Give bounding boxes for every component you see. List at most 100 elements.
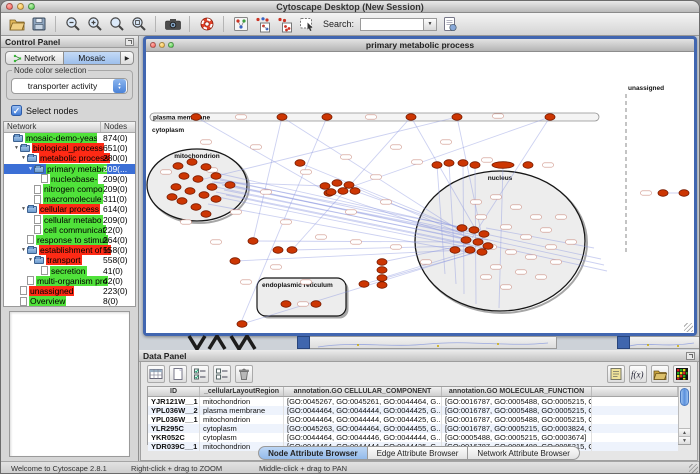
- network-node[interactable]: [193, 176, 203, 183]
- network-node[interactable]: [320, 183, 330, 190]
- network-view-window[interactable]: primary metabolic process plasma membran…: [143, 36, 697, 336]
- network-node[interactable]: [458, 160, 468, 167]
- select-attributes-icon[interactable]: [191, 365, 209, 383]
- network-node[interactable]: [277, 114, 287, 121]
- tree-row[interactable]: response to stimulu264(0): [4, 235, 135, 245]
- apply-layout-alt-icon[interactable]: [275, 15, 294, 34]
- tab-network[interactable]: Network: [5, 51, 64, 65]
- background-window-fragment[interactable]: [297, 336, 557, 349]
- search-input[interactable]: [360, 18, 424, 31]
- network-node[interactable]: [173, 163, 183, 170]
- network-node[interactable]: [167, 194, 177, 201]
- network-node[interactable]: [322, 114, 332, 121]
- tree-row[interactable]: mosaic-demo-yeast874(0): [4, 133, 135, 143]
- heatmap-icon[interactable]: [673, 365, 691, 383]
- network-node[interactable]: [281, 301, 291, 308]
- unselect-attributes-icon[interactable]: [213, 365, 231, 383]
- tree-row[interactable]: cellular metabo209(0): [4, 215, 135, 225]
- new-attribute-icon[interactable]: [169, 365, 187, 383]
- network-node[interactable]: [225, 182, 235, 189]
- table-row[interactable]: YPL036W__2plasma membrane[GO:0044464, GO…: [148, 406, 678, 415]
- network-node[interactable]: [523, 162, 533, 169]
- tree-column-network[interactable]: Network: [4, 122, 101, 132]
- network-node[interactable]: [377, 259, 387, 266]
- column-go-cellular-component[interactable]: annotation.GO CELLULAR_COMPONENT: [284, 387, 442, 396]
- network-node[interactable]: [287, 247, 297, 254]
- column-cellular-layout-region[interactable]: _cellularLayoutRegion: [200, 387, 284, 396]
- expander-icon[interactable]: ▼: [27, 166, 34, 172]
- network-node[interactable]: [679, 190, 689, 197]
- network-node[interactable]: [377, 282, 387, 289]
- delete-attribute-icon[interactable]: [235, 365, 253, 383]
- tree-column-nodes[interactable]: Nodes: [101, 122, 135, 132]
- expander-icon[interactable]: ▼: [13, 145, 20, 151]
- network-node[interactable]: [199, 192, 209, 199]
- network-node[interactable]: [406, 114, 416, 121]
- float-panel-icon[interactable]: [125, 38, 134, 46]
- float-panel-icon[interactable]: [686, 352, 695, 360]
- network-node[interactable]: [207, 184, 217, 191]
- network-node[interactable]: [344, 182, 354, 189]
- zoom-out-icon[interactable]: [63, 15, 82, 34]
- expander-icon[interactable]: ▼: [20, 247, 27, 253]
- network-node[interactable]: [211, 196, 221, 203]
- network-node[interactable]: [469, 227, 479, 234]
- column-id[interactable]: ID: [148, 387, 200, 396]
- network-node[interactable]: [185, 188, 195, 195]
- expander-icon[interactable]: ▼: [20, 206, 27, 212]
- tree-row[interactable]: secretion41(0): [4, 265, 135, 275]
- network-node[interactable]: [545, 114, 555, 121]
- network-node[interactable]: [483, 243, 493, 250]
- resize-grip[interactable]: [684, 323, 693, 332]
- network-node[interactable]: [452, 114, 462, 121]
- network-node[interactable]: [248, 238, 258, 245]
- tree-row[interactable]: ▼metabolic process280(0): [4, 153, 135, 163]
- network-node-wide[interactable]: [492, 162, 514, 169]
- network-node[interactable]: [191, 114, 201, 121]
- network-node[interactable]: [177, 198, 187, 205]
- import-attributes-icon[interactable]: [651, 365, 669, 383]
- network-canvas-svg[interactable]: plasma membranecytoplasmmitochondrionnuc…: [146, 52, 694, 333]
- network-node[interactable]: [237, 321, 247, 328]
- search-dropdown-icon[interactable]: ▼: [424, 18, 437, 31]
- tab-network-attribute-browser[interactable]: Network Attribute Browser: [468, 446, 579, 460]
- network-node[interactable]: [350, 188, 360, 195]
- attribute-list-icon[interactable]: [607, 365, 625, 383]
- table-row[interactable]: YLR295Ccytoplasm[GO:0045263, GO:0044464,…: [148, 424, 678, 433]
- tree-row[interactable]: nitrogen compo209(0): [4, 184, 135, 194]
- function-builder-icon[interactable]: f(x): [629, 365, 647, 383]
- tree-row[interactable]: nucleobase-209(0): [4, 174, 135, 184]
- network-node[interactable]: [171, 184, 181, 191]
- network-node[interactable]: [179, 173, 189, 180]
- expander-icon[interactable]: ▼: [20, 155, 27, 161]
- network-node[interactable]: [332, 180, 342, 187]
- network-node[interactable]: [479, 231, 489, 238]
- network-node[interactable]: [359, 281, 369, 288]
- network-manager-icon[interactable]: [231, 15, 250, 34]
- apply-layout-icon[interactable]: [253, 15, 272, 34]
- window-titlebar[interactable]: Cytoscape Desktop (New Session): [1, 1, 699, 13]
- network-node[interactable]: [377, 275, 387, 282]
- network-node[interactable]: [201, 164, 211, 171]
- network-window-titlebar[interactable]: primary metabolic process: [146, 39, 694, 52]
- tree-row[interactable]: ▼transport558(0): [4, 255, 135, 265]
- network-node[interactable]: [191, 204, 201, 211]
- tree-row[interactable]: unassigned223(0): [4, 286, 135, 296]
- select-nodes-checkbox[interactable]: ✓: [11, 105, 22, 116]
- network-node[interactable]: [273, 247, 283, 254]
- network-edge[interactable]: [253, 117, 282, 241]
- help-icon[interactable]: [197, 15, 216, 34]
- network-node[interactable]: [473, 239, 483, 246]
- network-node[interactable]: [444, 160, 454, 167]
- scroll-up-icon[interactable]: ▲: [679, 428, 690, 436]
- tab-edge-attribute-browser[interactable]: Edge Attribute Browser: [368, 446, 469, 460]
- network-node[interactable]: [465, 247, 475, 254]
- save-session-icon[interactable]: [29, 15, 48, 34]
- network-node[interactable]: [187, 159, 197, 166]
- column-go-molecular-function[interactable]: annotation.GO MOLECULAR_FUNCTION: [442, 387, 592, 396]
- attribute-table-icon[interactable]: [147, 365, 165, 383]
- table-scrollbar[interactable]: ▲ ▼: [678, 387, 690, 444]
- network-node[interactable]: [201, 211, 211, 218]
- tree-row[interactable]: Overview8(0): [4, 296, 135, 306]
- open-session-icon[interactable]: [7, 15, 26, 34]
